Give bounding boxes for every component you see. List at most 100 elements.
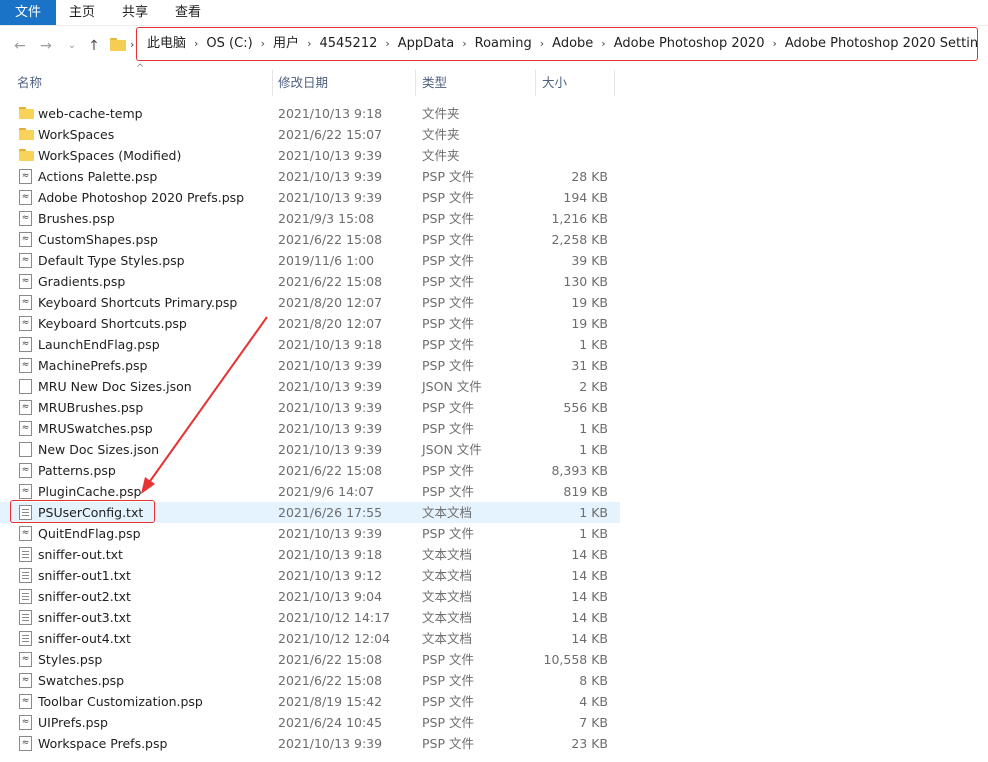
psp-file-icon: ≈ [19,232,32,247]
breadcrumb-item[interactable]: AppData [398,28,454,60]
file-row[interactable]: ≈ Brushes.psp 2021/9/3 15:08 PSP 文件 1,216 KB [0,208,620,229]
file-row[interactable]: WorkSpaces 2021/6/22 15:07 文件夹 [0,124,620,145]
psp-file-icon: ≈ [19,736,32,751]
folder-icon [19,107,34,119]
file-name: WorkSpaces [38,127,115,142]
up-arrow-icon[interactable]: ↑ [84,36,104,56]
column-header-name[interactable]: 名称 [17,68,42,98]
recent-locations-chevron-icon[interactable]: ⌄ [62,36,82,56]
file-name: Swatches.psp [38,673,125,688]
file-size: 1 KB [579,505,608,520]
breadcrumb-item[interactable]: Roaming [475,28,532,60]
file-size: 19 KB [571,295,608,310]
column-header-date[interactable]: 修改日期 [278,68,328,98]
file-row[interactable]: ≈ MRUBrushes.psp 2021/10/13 9:39 PSP 文件 556 … [0,397,620,418]
psp-file-icon: ≈ [19,652,32,667]
breadcrumb-item[interactable]: Adobe Photoshop 2020 [614,28,765,60]
file-row[interactable]: ≈ CustomShapes.psp 2021/6/22 15:08 PSP 文件 2,… [0,229,620,250]
file-row[interactable]: ≈ Keyboard Shortcuts Primary.psp 2021/8/20… [0,292,620,313]
breadcrumb-chevron-icon[interactable]: › [462,28,466,60]
folder-icon [19,128,34,140]
file-date: 2021/8/19 15:42 [278,694,383,709]
file-name: sniffer-out.txt [38,547,123,562]
file-type: PSP 文件 [422,421,474,436]
file-row[interactable]: New Doc Sizes.json 2021/10/13 9:39 JSON 文件… [0,439,620,460]
file-row[interactable]: ≈ Swatches.psp 2021/6/22 15:08 PSP 文件 8 KB [0,670,620,691]
file-type: 文件夹 [422,106,460,121]
breadcrumb-item[interactable]: Adobe Photoshop 2020 Settings [785,28,977,60]
file-size: 14 KB [571,547,608,562]
file-type: 文本文档 [422,631,473,646]
tab-home[interactable]: 主页 [67,0,97,25]
file-size: 130 KB [563,274,608,289]
file-type: PSP 文件 [422,274,474,289]
breadcrumb-chevron-icon[interactable]: › [194,28,198,60]
file-row[interactable]: ≈ Actions Palette.psp 2021/10/13 9:39 PSP 文… [0,166,620,187]
json-file-icon [19,379,32,394]
file-row[interactable]: ≈ Styles.psp 2021/6/22 15:08 PSP 文件 10,558 K… [0,649,620,670]
file-row[interactable]: ≈ UIPrefs.psp 2021/6/24 10:45 PSP 文件 7 KB [0,712,620,733]
file-row[interactable]: MRU New Doc Sizes.json 2021/10/13 9:39 JSO… [0,376,620,397]
column-divider[interactable] [415,70,416,96]
breadcrumb-item[interactable]: 用户 [273,28,299,60]
back-arrow-icon[interactable]: ← [10,36,30,56]
file-size: 7 KB [579,715,608,730]
file-row[interactable]: ≈ PluginCache.psp 2021/9/6 14:07 PSP 文件 819 … [0,481,620,502]
address-bar[interactable]: 此电脑 › OS (C:) › 用户 › 4545212 › AppData › Roaming › A… [136,27,978,61]
breadcrumb-chevron-icon[interactable]: › [601,28,605,60]
column-divider[interactable] [535,70,536,96]
file-row[interactable]: ≈ LaunchEndFlag.psp 2021/10/13 9:18 PSP 文件 1… [0,334,620,355]
column-divider[interactable] [614,70,615,96]
breadcrumb-chevron-icon[interactable]: › [540,28,544,60]
file-row[interactable]: ≈ MRUSwatches.psp 2021/10/13 9:39 PSP 文件 1 K… [0,418,620,439]
psp-file-icon: ≈ [19,400,32,415]
file-size: 8 KB [579,673,608,688]
file-row[interactable]: ≈ QuitEndFlag.psp 2021/10/13 9:39 PSP 文件 1 K… [0,523,620,544]
file-row[interactable]: ≈ Default Type Styles.psp 2019/11/6 1:00 PS… [0,250,620,271]
column-header-size[interactable]: 大小 [542,68,567,98]
breadcrumb-item[interactable]: 4545212 [319,28,377,60]
breadcrumb-chevron-icon[interactable]: › [307,28,311,60]
file-row[interactable]: sniffer-out1.txt 2021/10/13 9:12 文本文档 14 KB [0,565,620,586]
file-row[interactable]: WorkSpaces (Modified) 2021/10/13 9:39 文件夹 [0,145,620,166]
psp-file-icon: ≈ [19,421,32,436]
forward-arrow-icon[interactable]: → [36,36,56,56]
file-row[interactable]: sniffer-out4.txt 2021/10/12 12:04 文本文档 14 K… [0,628,620,649]
address-separator-icon[interactable]: › [130,38,134,51]
tab-share[interactable]: 共享 [120,0,150,25]
file-name: Keyboard Shortcuts Primary.psp [38,295,238,310]
file-name: QuitEndFlag.psp [38,526,141,541]
file-date: 2021/10/13 9:39 [278,421,383,436]
file-row[interactable]: ≈ MachinePrefs.psp 2021/10/13 9:39 PSP 文件 31… [0,355,620,376]
breadcrumb-chevron-icon[interactable]: › [261,28,265,60]
file-row[interactable]: ≈ Gradients.psp 2021/6/22 15:08 PSP 文件 130 K… [0,271,620,292]
file-row[interactable]: ≈ Adobe Photoshop 2020 Prefs.psp 2021/10/1… [0,187,620,208]
file-size: 1 KB [579,337,608,352]
breadcrumb-item[interactable]: Adobe [552,28,593,60]
file-row[interactable]: sniffer-out3.txt 2021/10/12 14:17 文本文档 14 K… [0,607,620,628]
text-file-icon [19,589,32,604]
file-date: 2021/10/12 14:17 [278,610,391,625]
file-size: 23 KB [571,736,608,751]
file-row[interactable]: ≈ Toolbar Customization.psp 2021/8/19 15:4… [0,691,620,712]
column-header-type[interactable]: 类型 [422,68,447,98]
file-row[interactable]: sniffer-out2.txt 2021/10/13 9:04 文本文档 14 KB [0,586,620,607]
file-date: 2021/10/13 9:39 [278,190,383,205]
file-row[interactable]: web-cache-temp 2021/10/13 9:18 文件夹 [0,103,620,124]
tab-file[interactable]: 文件 [0,0,56,25]
file-list: web-cache-temp 2021/10/13 9:18 文件夹 WorkSpac… [0,103,620,754]
file-row[interactable]: ≈ Workspace Prefs.psp 2021/10/13 9:39 PSP 文… [0,733,620,754]
breadcrumb-chevron-icon[interactable]: › [772,28,776,60]
file-size: 28 KB [571,169,608,184]
breadcrumb-item[interactable]: OS (C:) [206,28,252,60]
file-row[interactable]: ≈ Patterns.psp 2021/6/22 15:08 PSP 文件 8,393 … [0,460,620,481]
file-row[interactable]: ≈ Keyboard Shortcuts.psp 2021/8/20 12:07 PS… [0,313,620,334]
tab-view[interactable]: 查看 [173,0,203,25]
column-divider[interactable] [272,70,273,96]
file-date: 2021/10/13 9:39 [278,379,383,394]
breadcrumb-chevron-icon[interactable]: › [385,28,389,60]
file-name: Workspace Prefs.psp [38,736,168,751]
file-row[interactable]: sniffer-out.txt 2021/10/13 9:18 文本文档 14 KB [0,544,620,565]
breadcrumb-item[interactable]: 此电脑 [147,28,186,60]
file-date: 2021/10/13 9:39 [278,442,383,457]
